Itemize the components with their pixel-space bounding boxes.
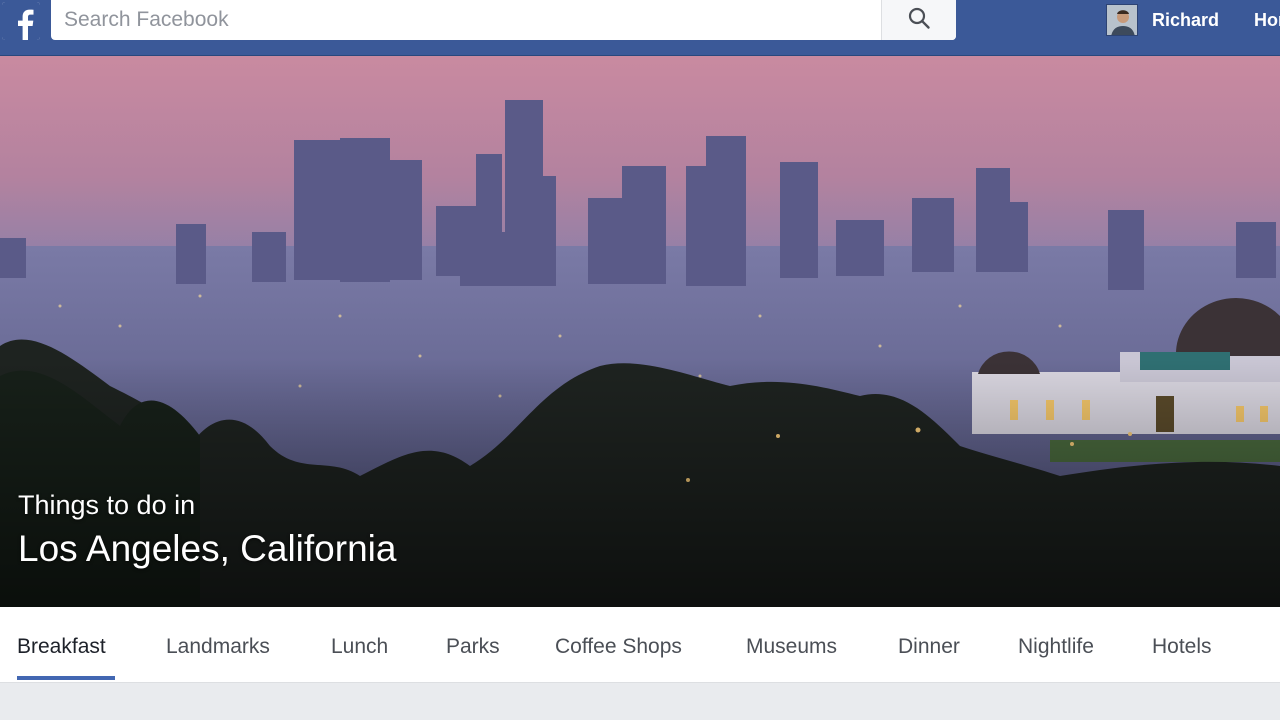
tab-lunch[interactable]: Lunch xyxy=(331,607,388,683)
search-button[interactable] xyxy=(881,0,956,40)
tab-nightlife[interactable]: Nightlife xyxy=(1018,607,1094,683)
category-tabs: Breakfast Landmarks Lunch Parks Coffee S… xyxy=(0,607,1280,683)
tab-museums[interactable]: Museums xyxy=(746,607,837,683)
tab-breakfast[interactable]: Breakfast xyxy=(17,607,106,683)
tab-dinner[interactable]: Dinner xyxy=(898,607,960,683)
cover-photo: Things to do in Los Angeles, California xyxy=(0,56,1280,607)
tab-parks[interactable]: Parks xyxy=(446,607,500,683)
facebook-logo-icon[interactable] xyxy=(2,2,40,40)
tab-landmarks[interactable]: Landmarks xyxy=(166,607,270,683)
tab-hotels[interactable]: Hotels xyxy=(1152,607,1212,683)
cover-title: Los Angeles, California xyxy=(18,528,397,569)
tab-coffee-shops[interactable]: Coffee Shops xyxy=(555,607,682,683)
profile-link[interactable]: Richard xyxy=(1106,3,1219,37)
search-icon xyxy=(907,6,931,35)
active-tab-indicator xyxy=(17,676,115,680)
search-box xyxy=(51,0,956,40)
los-angeles-skyline-image xyxy=(0,56,1280,607)
cover-subtitle: Things to do in xyxy=(18,490,196,520)
avatar xyxy=(1106,4,1138,36)
home-link[interactable]: Home xyxy=(1254,10,1280,31)
profile-name: Richard xyxy=(1152,9,1220,30)
top-bar: Richard Home xyxy=(0,0,1280,56)
search-input[interactable] xyxy=(51,0,881,40)
